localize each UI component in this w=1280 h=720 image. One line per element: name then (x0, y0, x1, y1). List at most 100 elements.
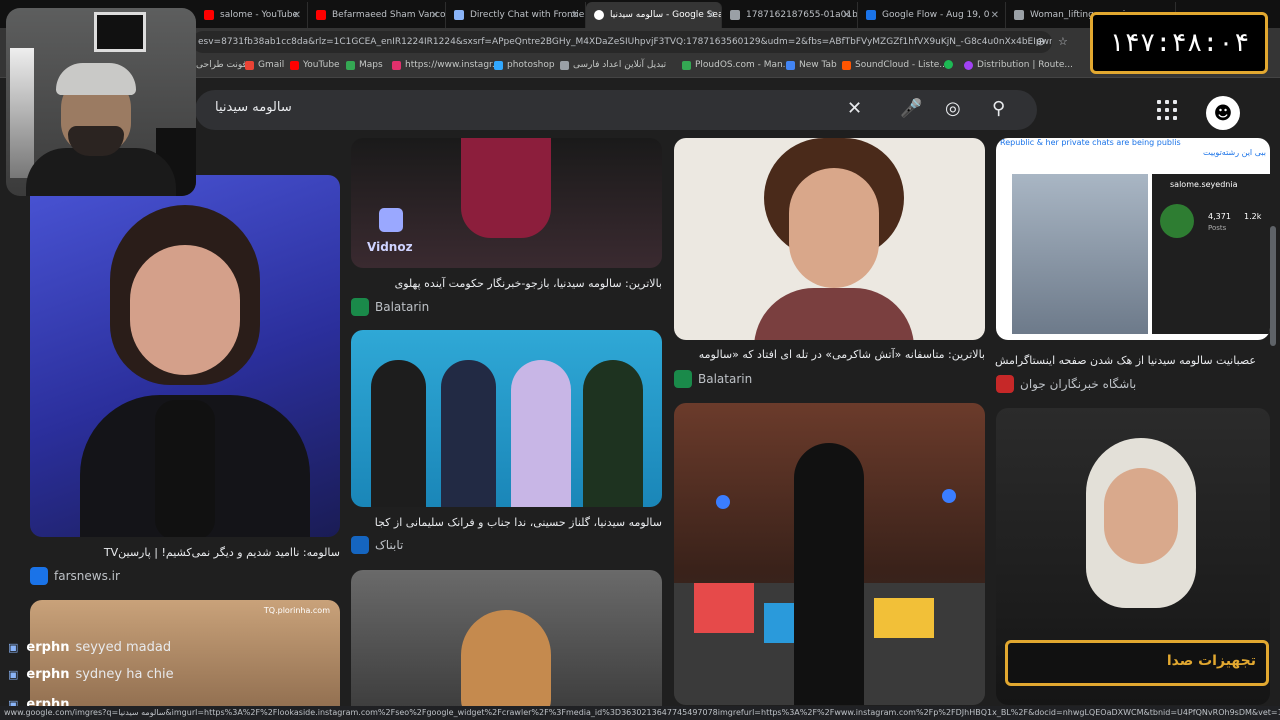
bookmark-label: https://www.instagr... (405, 60, 501, 70)
bookmark-instagram[interactable]: https://www.instagr... (392, 60, 500, 70)
bookmark-soundcloud[interactable]: SoundCloud - Liste... (842, 60, 948, 70)
bookmark-distribution[interactable]: Distribution | Route... (964, 60, 1073, 70)
close-icon[interactable]: ✕ (293, 10, 301, 21)
timer-overlay: ۱۴۷:۴۸:۰۴ (1090, 12, 1268, 74)
search-icon[interactable]: ⚲ (992, 98, 1005, 119)
bookmark-star-icon[interactable]: ☆ (1058, 35, 1068, 48)
bookmark-fonts[interactable]: فونت طراحی (196, 60, 247, 70)
youtube-icon (204, 10, 214, 20)
photo-shape (1012, 174, 1148, 334)
result-image-street[interactable] (351, 570, 662, 720)
result-image-plorinha[interactable]: TQ.plorinha.com (30, 600, 340, 720)
result-caption-balatarin-2[interactable]: بالاترین: متاسفانه «آتش شاکرمی» در تله ا… (674, 348, 985, 361)
tab-file[interactable]: 1787162187655-01a01b ✕ (722, 2, 858, 28)
status-url-text: www.google.com/imgres?q=سالومه سیدنیا&im… (4, 708, 1280, 717)
shirt-shape (754, 288, 914, 340)
close-icon[interactable]: ✕ (571, 10, 579, 21)
apps-grid-icon[interactable] (1157, 100, 1177, 120)
result-source-balatarin-1[interactable]: Balatarin (351, 298, 429, 316)
search-box[interactable]: سالومه سیدنیا ✕ 🎤 ◎ ⚲ (195, 90, 1037, 130)
bookmark-youtube[interactable]: YouTube (290, 60, 340, 70)
bookmark-label: فونت طراحی (196, 60, 247, 70)
red-fabric-shape (461, 138, 551, 238)
screen: salome - YouTube ✕ Befarmaeed Sham Vanco… (0, 0, 1280, 720)
search-input[interactable]: سالومه سیدنیا (215, 100, 292, 115)
wall-picture (94, 12, 146, 52)
flag-avatar-icon (1160, 204, 1194, 238)
bookmark-maps[interactable]: Maps (346, 60, 383, 70)
chat-platform-icon: ▣ (8, 668, 19, 681)
light-icon (716, 495, 730, 509)
bookmark-label: New Tab (799, 60, 837, 70)
result-image-farsnews[interactable] (30, 175, 340, 537)
source-label: تابناک (375, 538, 404, 552)
result-image-instagram[interactable]: Republic & her private chats are being p… (996, 138, 1270, 340)
result-source-yjc[interactable]: باشگاه خبرنگاران جوان (996, 375, 1136, 393)
result-image-balatarin-1[interactable]: Vidnoz (351, 138, 662, 268)
result-caption-balatarin-1[interactable]: بالاترین: سالومه سیدنیا، بازجو-خبرنگار ح… (351, 277, 662, 290)
tab-google-flow[interactable]: Google Flow - Aug 19, 0 ✕ (858, 2, 1006, 28)
bookmark-label: YouTube (303, 60, 340, 70)
face-shape (1104, 468, 1178, 564)
bookmark-label: Maps (359, 60, 383, 70)
result-caption-tabnak[interactable]: سالومه سیدنیا، گلناز حسینی، ندا جناب و ف… (351, 516, 662, 529)
chat-message: ▣ erphn sydney ha chie (8, 667, 174, 682)
result-caption-yjc[interactable]: عصبانیت سالومه سیدنیا از هک شدن صفحه این… (995, 354, 1256, 367)
tab-google-search[interactable]: سالومه سیدنیا - Google Search ✕ (586, 2, 722, 28)
source-label: farsnews.ir (54, 569, 120, 583)
bookmark-numbers[interactable]: تبدیل آنلاین اعداد فارسی (560, 60, 666, 70)
person-2-shape (441, 360, 496, 507)
gmail-icon (245, 60, 254, 70)
bookmark-ploudos[interactable]: PloudOS.com - Man... (682, 60, 791, 70)
person-1-shape (371, 360, 426, 507)
distribution-icon (964, 60, 973, 70)
lens-icon[interactable]: ◎ (945, 98, 961, 119)
bookmark-spotify[interactable] (944, 60, 957, 69)
result-image-stage[interactable] (674, 403, 985, 705)
tab-befarmaeed[interactable]: Befarmaeed Sham Vanco ✕ (308, 2, 446, 28)
chat-icon (454, 10, 464, 20)
insta-username: salome.seyednia (1170, 180, 1238, 189)
result-source-farsnews[interactable]: farsnews.ir (30, 567, 120, 585)
chat-username: erphn (26, 640, 70, 655)
chat-text: seyyed madad (75, 640, 172, 655)
page-scrollbar[interactable] (1270, 226, 1276, 346)
bookmark-gmail[interactable]: Gmail (245, 60, 284, 70)
close-icon[interactable]: ✕ (991, 10, 999, 21)
status-bar-url: www.google.com/imgres?q=سالومه سیدنیا&im… (0, 706, 1280, 720)
close-icon[interactable]: ✕ (843, 10, 851, 21)
insta-posts-label: Posts (1208, 224, 1227, 232)
beanie-shape (56, 63, 136, 95)
bookmark-label: Distribution | Route... (977, 60, 1073, 70)
result-image-tabnak[interactable] (351, 330, 662, 507)
bookmark-photoshop[interactable]: photoshop (494, 60, 555, 70)
close-icon[interactable]: ✕ (707, 10, 715, 21)
stage-pattern (874, 598, 934, 638)
tab-label: سالومه سیدنیا - Google Search (610, 10, 722, 20)
microphone-shape (155, 400, 215, 537)
bookmark-new-tab[interactable]: New Tab (786, 60, 837, 70)
insta-profile-panel: salome.seyednia 4,371 Posts 1.2k (1152, 174, 1270, 334)
tab-youtube-salome[interactable]: salome - YouTube ✕ (196, 2, 308, 28)
result-image-balatarin-2[interactable] (674, 138, 985, 340)
microphone-icon[interactable]: 🎤 (900, 98, 922, 119)
zoom-icon[interactable]: ⊕ (1036, 35, 1045, 48)
balatarin-icon (351, 298, 369, 316)
clear-icon[interactable]: ✕ (847, 98, 862, 119)
result-caption-farsnews[interactable]: سالومه: ناامید شدیم و دیگر نمی‌کشیم! | پ… (30, 546, 340, 559)
tab-chat-frontier[interactable]: Directly Chat with Frontie ✕ (446, 2, 586, 28)
chat-platform-icon: ▣ (8, 641, 19, 654)
result-source-tabnak[interactable]: تابناک (351, 536, 403, 554)
lamp-shape (10, 48, 34, 178)
profile-avatar[interactable]: ☻ (1206, 96, 1240, 130)
tab-label: Directly Chat with Frontie (470, 10, 585, 20)
new-tab-icon (786, 60, 795, 70)
result-source-balatarin-2[interactable]: Balatarin (674, 370, 752, 388)
farsnews-icon (30, 567, 48, 585)
face-shape (789, 168, 879, 288)
chat-username: erphn (26, 667, 70, 682)
close-icon[interactable]: ✕ (431, 10, 439, 21)
address-bar[interactable]: esv=8731fb38ab1cc8da&rlz=1C1GCEA_enIR122… (192, 31, 1052, 53)
bookmark-label: photoshop (507, 60, 555, 70)
vidnoz-logo-icon (379, 208, 403, 232)
